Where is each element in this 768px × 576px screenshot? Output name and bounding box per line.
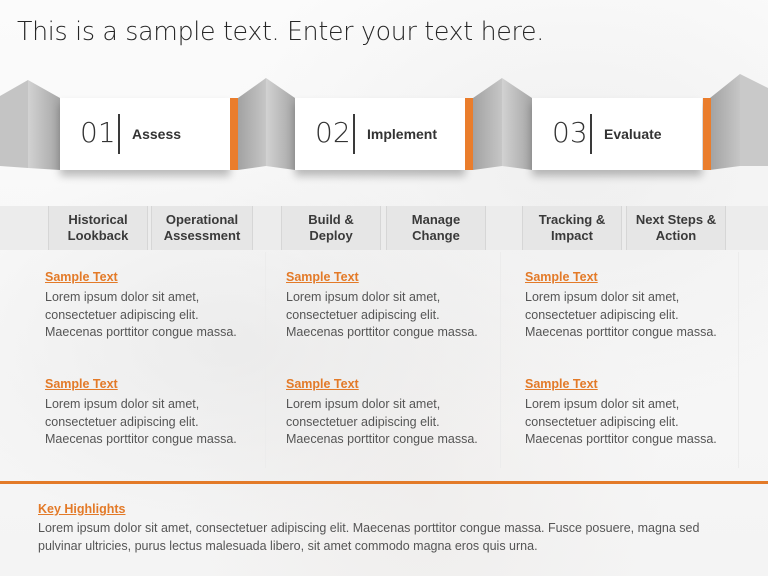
substep-operational-assessment: Operational Assessment: [151, 206, 253, 250]
block-body: Lorem ipsum dolor sit amet, consectetuer…: [525, 396, 740, 449]
accent-bar: [465, 98, 473, 170]
stage-card-assess: 01 Assess: [60, 98, 230, 170]
block-heading: Sample Text: [286, 270, 359, 284]
block-heading: Sample Text: [45, 270, 118, 284]
body-line: consectetuer adipiscing elit.: [286, 414, 440, 429]
stage-number: 02: [315, 116, 351, 149]
fold-1-out: [238, 78, 266, 170]
key-highlights-heading: Key Highlights: [38, 502, 126, 516]
body-line: Maecenas porttitor congue massa.: [525, 325, 717, 339]
fold-3-in: [502, 78, 532, 170]
substep-line: Manage: [411, 212, 461, 227]
substep-line: Next Steps &: [635, 212, 717, 227]
column-divider: [265, 252, 266, 468]
stage-card-implement: 02 Implement: [295, 98, 465, 170]
stage-number: 03: [552, 116, 588, 149]
body-line: Lorem ipsum dolor sit amet,: [525, 290, 680, 304]
body-line: Maecenas porttitor congue massa.: [45, 325, 237, 339]
substep-line: Tracking &: [538, 212, 606, 227]
body-line: consectetuer adipiscing elit.: [45, 414, 199, 429]
body-line: consectetuer adipiscing elit.: [45, 307, 199, 322]
substep-build-deploy: Build & Deploy: [281, 206, 381, 250]
substep-tracking-impact: Tracking & Impact: [522, 206, 622, 250]
content-block: Sample Text Lorem ipsum dolor sit amet, …: [45, 270, 260, 342]
substep-historical-lookback: Historical Lookback: [48, 206, 148, 250]
fold-right-edge: [740, 74, 768, 166]
block-body: Lorem ipsum dolor sit amet, consectetuer…: [286, 396, 501, 449]
accent-bar: [230, 98, 238, 170]
block-heading: Sample Text: [525, 377, 598, 391]
stage-card-evaluate: 03 Evaluate: [532, 98, 702, 170]
substep-line: Action: [655, 228, 697, 243]
fold-2-in: [266, 78, 295, 170]
fold-1-in: [28, 80, 60, 170]
content-block: Sample Text Lorem ipsum dolor sit amet, …: [525, 377, 740, 449]
stage-number: 01: [80, 116, 116, 149]
body-line: Lorem ipsum dolor sit amet,: [525, 397, 680, 411]
body-line: Maecenas porttitor congue massa.: [286, 432, 478, 446]
fold-3-out: [710, 74, 740, 170]
content-block: Sample Text Lorem ipsum dolor sit amet, …: [286, 270, 501, 342]
body-line: Lorem ipsum dolor sit amet, consectetuer…: [38, 521, 700, 535]
block-heading: Sample Text: [45, 377, 118, 391]
body-line: consectetuer adipiscing elit.: [525, 307, 679, 322]
stage-label: Evaluate: [604, 126, 662, 142]
substep-line: Assessment: [163, 228, 241, 243]
substep-line: Historical: [68, 212, 128, 227]
key-highlights: Key Highlights Lorem ipsum dolor sit ame…: [38, 502, 738, 555]
body-line: Maecenas porttitor congue massa.: [286, 325, 478, 339]
accent-bar: [703, 98, 711, 170]
content-block: Sample Text Lorem ipsum dolor sit amet, …: [525, 270, 740, 342]
body-line: Lorem ipsum dolor sit amet,: [45, 290, 200, 304]
page-title: This is a sample text. Enter your text h…: [17, 17, 544, 47]
block-body: Lorem ipsum dolor sit amet, consectetuer…: [525, 289, 740, 342]
body-line: Maecenas porttitor congue massa.: [45, 432, 237, 446]
block-body: Lorem ipsum dolor sit amet, consectetuer…: [286, 289, 501, 342]
stage-divider: [590, 114, 592, 154]
substep-line: Change: [412, 228, 460, 243]
content-block: Sample Text Lorem ipsum dolor sit amet, …: [286, 377, 501, 449]
stage-divider: [118, 114, 120, 154]
substep-line: Build &: [308, 212, 354, 227]
key-highlights-body: Lorem ipsum dolor sit amet, consectetuer…: [38, 520, 738, 555]
body-line: consectetuer adipiscing elit.: [525, 414, 679, 429]
block-body: Lorem ipsum dolor sit amet, consectetuer…: [45, 396, 260, 449]
stage-label: Assess: [132, 126, 182, 142]
body-line: Maecenas porttitor congue massa.: [525, 432, 717, 446]
body-line: Lorem ipsum dolor sit amet,: [286, 397, 441, 411]
substep-line: Operational: [165, 212, 239, 227]
fold-left-edge: [0, 80, 28, 168]
substep-manage-change: Manage Change: [386, 206, 486, 250]
block-heading: Sample Text: [286, 377, 359, 391]
substep-next-steps-action: Next Steps & Action: [626, 206, 726, 250]
substep-line: Lookback: [67, 228, 129, 243]
fold-2-out: [473, 78, 502, 170]
content-block: Sample Text Lorem ipsum dolor sit amet, …: [45, 377, 260, 449]
body-line: consectetuer adipiscing elit.: [286, 307, 440, 322]
stage-label: Implement: [367, 126, 438, 142]
body-line: Lorem ipsum dolor sit amet,: [45, 397, 200, 411]
stage-divider: [353, 114, 355, 154]
body-line: Lorem ipsum dolor sit amet,: [286, 290, 441, 304]
body-line: pulvinar ultricies, purus lectus malesua…: [38, 538, 538, 553]
substep-line: Deploy: [309, 228, 353, 243]
block-heading: Sample Text: [525, 270, 598, 284]
block-body: Lorem ipsum dolor sit amet, consectetuer…: [45, 289, 260, 342]
orange-divider: [0, 481, 768, 484]
substep-line: Impact: [551, 228, 593, 243]
